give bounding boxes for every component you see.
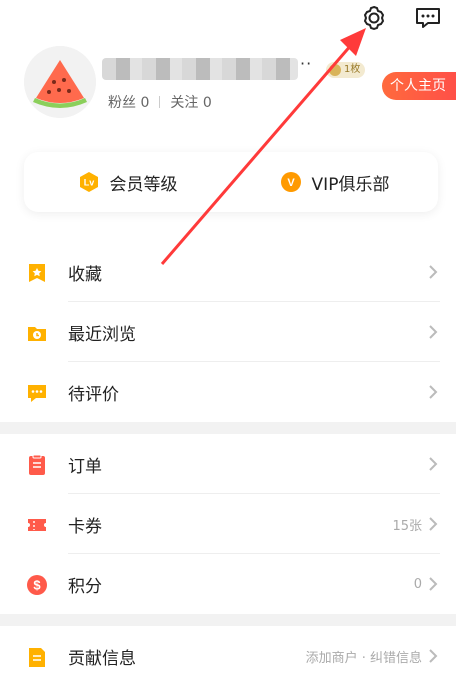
level-hex-icon: Lv [78, 171, 100, 193]
profile-header: ·· 1枚 粉丝 0 关注 0 个人主页 [24, 46, 456, 126]
menu-item-value: 15张 [392, 518, 422, 534]
watermelon-avatar [24, 46, 96, 118]
chevron-right-icon [429, 265, 438, 279]
menu-item-recent[interactable]: 最近浏览 [0, 302, 456, 362]
menu-item-label: 卡券 [68, 516, 102, 537]
username-redacted [102, 58, 298, 80]
gear-icon[interactable] [360, 4, 388, 32]
menu-item-label: 积分 [68, 576, 102, 597]
chevron-right-icon [429, 517, 438, 531]
member-level-button[interactable]: Lv 会员等级 [24, 170, 231, 195]
fans-label: 粉丝 [108, 95, 136, 111]
section-divider [0, 422, 456, 434]
menu-item-label: 贡献信息 [68, 648, 136, 669]
fans-count: 0 [140, 95, 150, 111]
svg-text:$: $ [33, 578, 41, 593]
menu-item-label: 订单 [68, 456, 102, 477]
chevron-right-icon [429, 385, 438, 399]
menu-item-contribution[interactable]: 贡献信息 添加商户 · 纠错信息 [0, 626, 456, 686]
chevron-right-icon [429, 577, 438, 591]
level-icon-text: Lv [83, 178, 94, 188]
vip-club-button[interactable]: V VIP俱乐部 [231, 170, 438, 195]
avatar[interactable] [24, 46, 96, 118]
username-ellipsis: ·· [300, 54, 313, 73]
chevron-right-icon [429, 325, 438, 339]
menu-group-contribute: 贡献信息 添加商户 · 纠错信息 [0, 626, 456, 686]
menu-item-label: 待评价 [68, 384, 119, 405]
fans-stat[interactable]: 粉丝 0 [108, 92, 149, 112]
follow-stats: 粉丝 0 关注 0 [108, 92, 212, 112]
member-card: Lv 会员等级 V VIP俱乐部 [24, 152, 438, 212]
vip-club-label: VIP俱乐部 [311, 174, 390, 195]
vip-icon: V [280, 171, 302, 193]
chevron-right-icon [429, 457, 438, 471]
menu-item-label: 最近浏览 [68, 324, 136, 345]
menu-item-orders[interactable]: 订单 [0, 434, 456, 494]
menu-item-points[interactable]: $ 积分 0 [0, 554, 456, 614]
menu-item-value: 0 [413, 576, 422, 592]
menu-group-activity: 收藏 最近浏览 待评价 [0, 242, 456, 422]
menu-item-to-review[interactable]: 待评价 [0, 362, 456, 422]
clipboard-icon [29, 454, 45, 475]
comment-icon [28, 385, 46, 402]
member-level-label: 会员等级 [109, 174, 178, 195]
message-icon[interactable] [414, 4, 442, 32]
menu-item-value: 添加商户 · 纠错信息 [305, 650, 422, 666]
menu-item-favorites[interactable]: 收藏 [0, 242, 456, 302]
following-count: 0 [202, 95, 212, 111]
menu-group-orders: 订单 卡券 15张 $ 积分 0 [0, 434, 456, 614]
vip-icon-text: V [287, 177, 295, 189]
clock-folder-icon [28, 327, 46, 341]
star-bookmark-icon [29, 264, 45, 282]
following-stat[interactable]: 关注 0 [170, 92, 211, 112]
menu-item-label: 收藏 [68, 264, 102, 285]
dollar-coin-icon: $ [27, 575, 47, 595]
menu-item-coupons[interactable]: 卡券 15张 [0, 494, 456, 554]
following-label: 关注 [170, 95, 199, 111]
section-divider [0, 614, 456, 626]
chevron-right-icon [429, 649, 438, 663]
document-icon [29, 648, 45, 667]
stats-divider [159, 96, 161, 108]
ticket-icon [28, 519, 46, 531]
coin-badge: 1枚 [326, 62, 366, 78]
header-actions [360, 4, 442, 32]
homepage-button[interactable]: 个人主页 [382, 72, 456, 100]
